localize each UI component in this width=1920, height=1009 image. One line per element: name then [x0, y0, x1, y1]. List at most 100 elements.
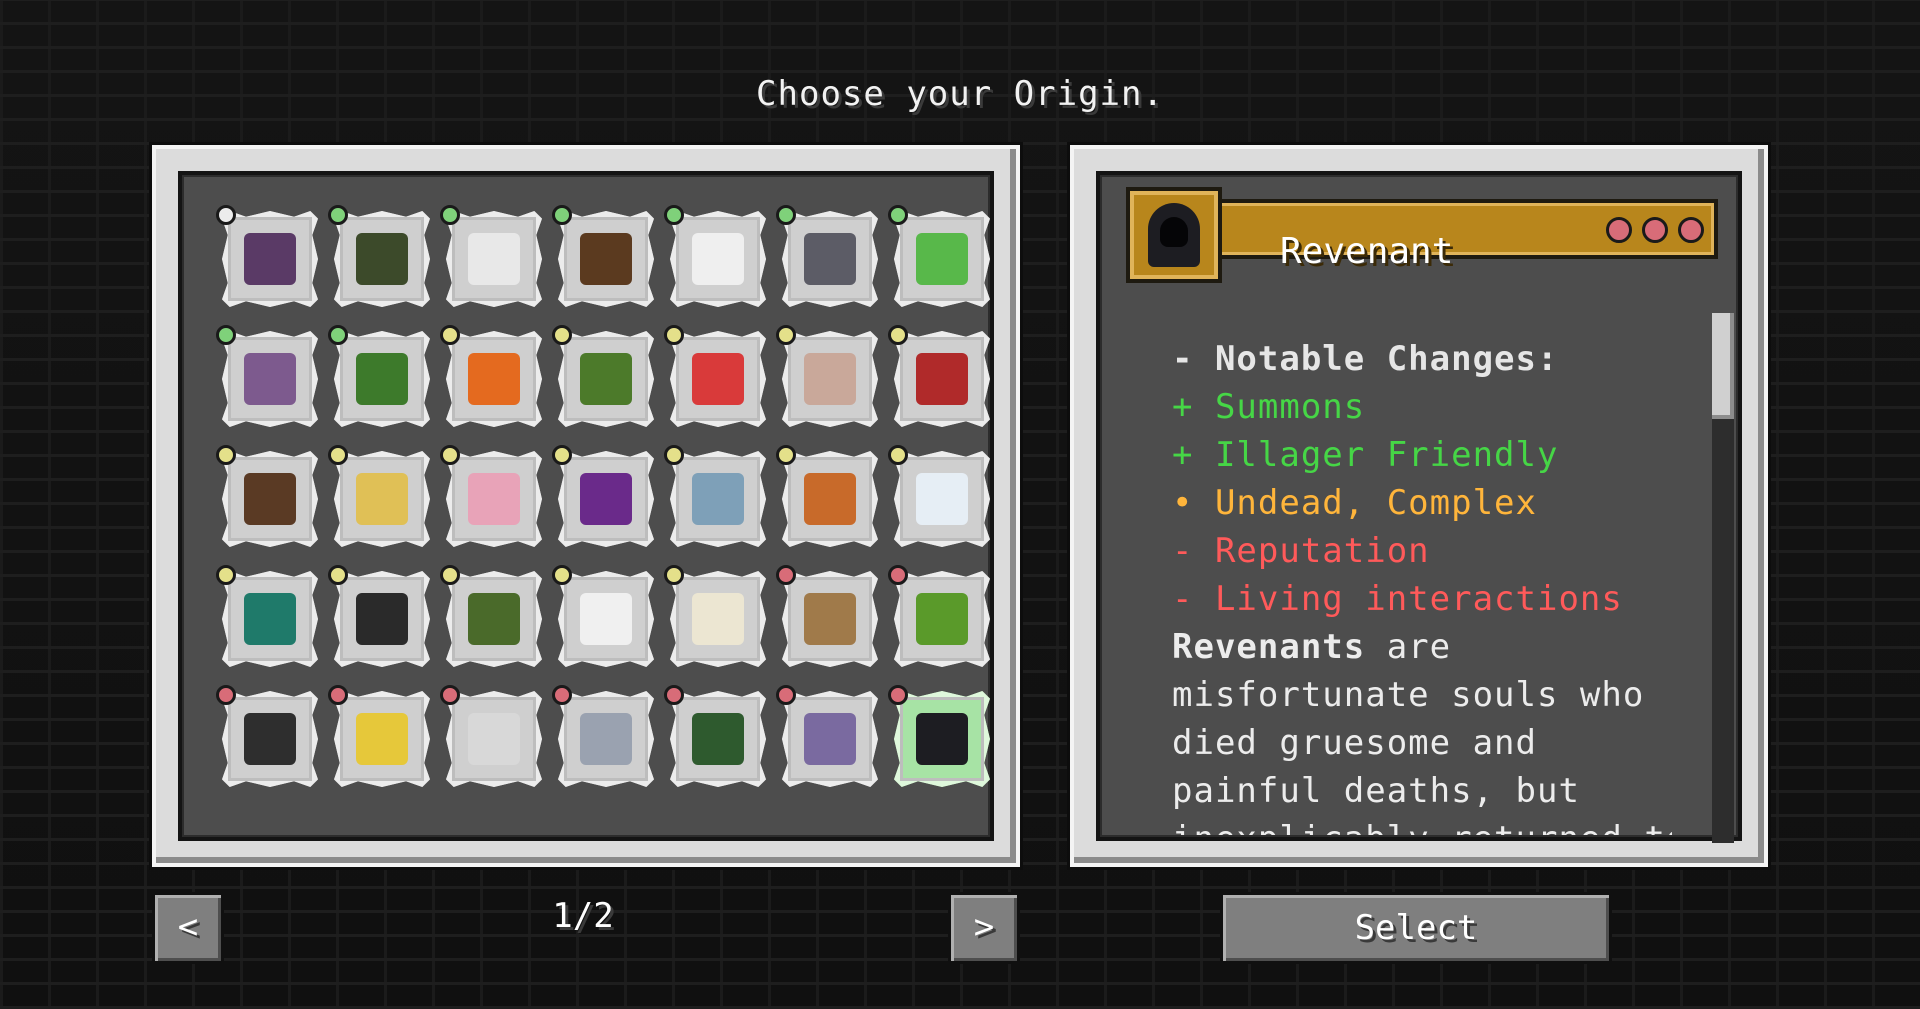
- silver-haired-face-icon: [580, 713, 632, 765]
- scrollbar-thumb[interactable]: [1712, 313, 1734, 419]
- origin-slot[interactable]: [558, 691, 654, 787]
- impact-dot-icon: [1642, 217, 1668, 243]
- origin-slot[interactable]: [670, 451, 766, 547]
- orange-block-icon: [468, 353, 520, 405]
- impact-dot-icon: [664, 685, 684, 705]
- hooded-revenant-portrait-icon: [1126, 187, 1222, 283]
- next-page-button[interactable]: >: [948, 892, 1020, 964]
- origin-slot[interactable]: [334, 451, 430, 547]
- impact-dot-icon: [776, 325, 796, 345]
- origin-slot[interactable]: [334, 331, 430, 427]
- impact-dot-icon: [664, 205, 684, 225]
- origin-slot[interactable]: [558, 451, 654, 547]
- description-line: misfortunate souls who: [1172, 675, 1645, 715]
- pink-fairy-face-icon: [468, 473, 520, 525]
- origin-slot[interactable]: [782, 571, 878, 667]
- origin-description: - Notable Changes: + Summons + Illager Fri…: [1172, 335, 1672, 835]
- origin-slot[interactable]: [558, 331, 654, 427]
- moss-block-icon: [468, 593, 520, 645]
- origin-slot[interactable]: [782, 451, 878, 547]
- origin-slot[interactable]: [446, 571, 542, 667]
- impact-dot-icon: [552, 205, 572, 225]
- origin-slot[interactable]: [334, 691, 430, 787]
- description-line: - Reputation: [1172, 531, 1430, 571]
- origin-slot[interactable]: [782, 211, 878, 307]
- impact-dot-icon: [552, 445, 572, 465]
- impact-dot-icon: [552, 565, 572, 585]
- impact-dot-icon: [664, 325, 684, 345]
- origin-slot[interactable]: [782, 331, 878, 427]
- impact-dot-icon: [776, 685, 796, 705]
- impact-dot-icon: [328, 205, 348, 225]
- origin-slot[interactable]: [446, 691, 542, 787]
- impact-dot-icon: [328, 565, 348, 585]
- impact-dot-icon: [440, 445, 460, 465]
- paper-icon: [580, 593, 632, 645]
- orange-haired-face-icon: [804, 473, 856, 525]
- sapling-icon: [580, 353, 632, 405]
- red-mushroom-icon: [692, 353, 744, 405]
- origin-slot[interactable]: [894, 451, 990, 547]
- origin-slot[interactable]: [446, 211, 542, 307]
- impact-dot-icon: [216, 565, 236, 585]
- bearded-man-face-icon: [244, 473, 296, 525]
- impact-dot-icon: [664, 445, 684, 465]
- description-line: • Undead, Complex: [1172, 483, 1537, 523]
- description-line: - Living interactions: [1172, 579, 1623, 619]
- select-button[interactable]: Select: [1220, 892, 1612, 964]
- cobweb-icon: [692, 233, 744, 285]
- impact-dot-icon: [776, 445, 796, 465]
- green-hooded-face-icon: [692, 713, 744, 765]
- origin-slot[interactable]: [894, 211, 990, 307]
- impact-dot-icon: [328, 445, 348, 465]
- impact-dot-icon: [888, 325, 908, 345]
- origin-slot[interactable]: [558, 211, 654, 307]
- ghost-face-icon: [468, 713, 520, 765]
- pale-undead-face-icon: [804, 353, 856, 405]
- origin-slot[interactable]: [222, 691, 318, 787]
- origin-grid-panel: [152, 145, 1020, 867]
- origin-slot[interactable]: [670, 691, 766, 787]
- origin-slot[interactable]: [670, 571, 766, 667]
- origin-slot[interactable]: [670, 211, 766, 307]
- impact-dot-icon: [888, 205, 908, 225]
- origin-slot[interactable]: [894, 691, 990, 787]
- impact-dot-icon: [888, 685, 908, 705]
- origin-slot[interactable]: [222, 451, 318, 547]
- origin-slot[interactable]: [334, 571, 430, 667]
- blonde-elf-face-icon: [356, 473, 408, 525]
- origin-name: Revenant: [1280, 231, 1454, 272]
- description-line: + Summons: [1172, 387, 1366, 427]
- page-title: Choose your Origin.: [756, 74, 1164, 114]
- red-demon-face-icon: [916, 353, 968, 405]
- origin-name-bold: Revenants: [1172, 627, 1366, 667]
- impact-dot-icon: [440, 685, 460, 705]
- description-scrollbar[interactable]: [1712, 313, 1734, 843]
- origin-slot[interactable]: [446, 451, 542, 547]
- origin-slot[interactable]: [782, 691, 878, 787]
- pickle-icon: [916, 593, 968, 645]
- impact-dot-icon: [328, 325, 348, 345]
- impact-dot-icon: [216, 325, 236, 345]
- description-line: inexplicably returned to: [1172, 815, 1672, 835]
- goblin-face-icon: [356, 353, 408, 405]
- purple-skinned-face-icon: [804, 713, 856, 765]
- origin-slot[interactable]: [894, 331, 990, 427]
- impact-dot-icon: [888, 565, 908, 585]
- origin-slot[interactable]: [670, 331, 766, 427]
- origin-slot[interactable]: [222, 571, 318, 667]
- description-line: painful deaths, but: [1172, 771, 1580, 811]
- origin-slot[interactable]: [222, 211, 318, 307]
- origin-slot[interactable]: [558, 571, 654, 667]
- green-orb-icon: [916, 233, 968, 285]
- origin-slot[interactable]: [894, 571, 990, 667]
- origin-slot[interactable]: [222, 331, 318, 427]
- origin-slot[interactable]: [446, 331, 542, 427]
- green-elf-face-icon: [356, 233, 408, 285]
- impact-dot-icon: [552, 685, 572, 705]
- impact-dot-icon: [888, 445, 908, 465]
- previous-page-button[interactable]: <: [152, 892, 224, 964]
- description-line: died gruesome and: [1172, 723, 1537, 763]
- anvil-icon: [244, 713, 296, 765]
- origin-slot[interactable]: [334, 211, 430, 307]
